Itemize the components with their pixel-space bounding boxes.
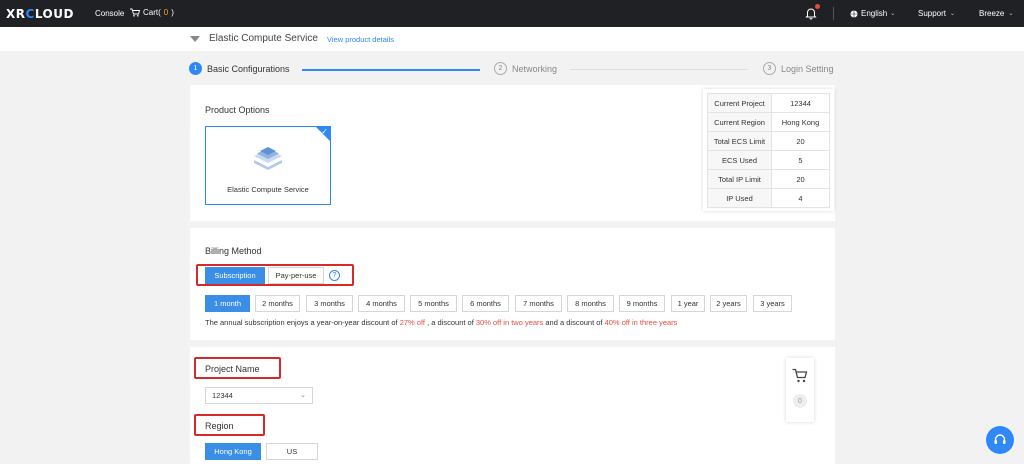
info-value: 5 <box>771 150 830 170</box>
discount-2: 30% off in two years <box>475 318 544 327</box>
layers-icon <box>254 147 282 170</box>
info-value: 20 <box>771 131 830 151</box>
region-us-button[interactable]: US <box>266 443 318 460</box>
note-text: The annual subscription enjoys a year-on… <box>205 318 400 327</box>
info-key: Total IP Limit <box>707 169 772 189</box>
step-networking[interactable]: 2 Networking <box>494 62 557 75</box>
cart-count: 0 <box>163 8 169 17</box>
region-title: Region <box>205 421 234 431</box>
step-label: Basic Configurations <box>207 63 290 74</box>
duration-7-months[interactable]: 7 months <box>515 295 562 312</box>
cart-count-badge: 0 <box>793 394 807 408</box>
project-name-title: Project Name <box>205 364 260 374</box>
info-value: 12344 <box>771 93 830 113</box>
chevron-down-icon: ⌄ <box>890 11 896 17</box>
duration-3-years[interactable]: 3 years <box>753 295 792 312</box>
product-options-title: Product Options <box>205 105 270 115</box>
step-number: 3 <box>763 62 776 75</box>
duration-3-months[interactable]: 3 months <box>306 295 353 312</box>
cart-icon <box>130 8 140 17</box>
duration-2-months[interactable]: 2 months <box>255 295 300 312</box>
duration-9-months[interactable]: 9 months <box>619 295 665 312</box>
duration-4-months[interactable]: 4 months <box>358 295 405 312</box>
note-text: , a discount of <box>425 318 476 327</box>
globe-icon <box>850 10 858 17</box>
product-option-label: Elastic Compute Service <box>227 185 309 194</box>
table-row: Total ECS Limit 20 <box>707 131 830 151</box>
chevron-down-icon: ⌄ <box>1008 11 1014 17</box>
checkmark-icon: ✓ <box>321 127 328 136</box>
navbar-divider <box>833 7 834 20</box>
discount-note: The annual subscription enjoys a year-on… <box>205 318 677 327</box>
brand-logo[interactable]: XRCLOUD <box>6 7 74 21</box>
user-menu[interactable]: Breeze ⌄ <box>979 9 1013 18</box>
info-value: 4 <box>771 188 830 208</box>
step-label: Networking <box>512 63 558 74</box>
step-basic-configurations[interactable]: 1 Basic Configurations <box>189 62 290 75</box>
table-row: Total IP Limit 20 <box>707 169 830 189</box>
support-label: Support <box>918 9 947 18</box>
logo-part-1: XR <box>6 7 26 21</box>
billing-pay-per-use-button[interactable]: Pay-per-use <box>268 267 324 284</box>
step-login-setting[interactable]: 3 Login Setting <box>763 62 834 75</box>
discount-3: 40% off in three years <box>604 318 678 327</box>
language-selector[interactable]: English ⌄ <box>850 9 895 18</box>
billing-method-title: Billing Method <box>205 246 262 256</box>
step-progress-line <box>302 69 480 71</box>
info-value: 20 <box>771 169 830 189</box>
product-option-ecs[interactable]: Elastic Compute Service ✓ <box>205 126 331 205</box>
chevron-down-icon: ⌄ <box>300 392 306 399</box>
billing-subscription-button[interactable]: Subscription <box>205 267 265 284</box>
logo-part-3: LOUD <box>34 7 74 21</box>
step-number: 1 <box>189 62 202 75</box>
user-name: Breeze <box>979 9 1005 18</box>
logo-part-2: C <box>25 7 35 21</box>
table-row: IP Used 4 <box>707 188 830 208</box>
info-key: Current Project <box>707 93 772 113</box>
headset-icon <box>994 434 1006 444</box>
cart-link[interactable]: Cart(0) <box>130 8 174 17</box>
table-row: Current Project 12344 <box>707 93 830 113</box>
product-header: Elastic Compute Service View product det… <box>0 27 1024 51</box>
language-label: English <box>861 9 888 18</box>
note-text: and a discount of <box>543 318 605 327</box>
table-row: Current Region Hong Kong <box>707 112 830 132</box>
info-key: Current Region <box>707 112 772 132</box>
step-label: Login Setting <box>781 63 834 74</box>
quota-table: Current Project 12344 Current Region Hong … <box>707 93 830 208</box>
duration-2-years[interactable]: 2 years <box>710 295 747 312</box>
step-line <box>570 69 748 70</box>
discount-1: 27% off <box>399 318 426 327</box>
duration-1-year[interactable]: 1 year <box>671 295 705 312</box>
cart-icon <box>792 368 808 383</box>
collapse-triangle-icon[interactable] <box>190 36 200 42</box>
cart-label-close: ) <box>171 8 174 17</box>
step-number: 2 <box>494 62 507 75</box>
view-product-details-link[interactable]: View product details <box>327 35 394 44</box>
info-key: IP Used <box>707 188 772 208</box>
top-navbar: XRCLOUD Console Cart(0) English ⌄ Suppor… <box>0 0 1024 27</box>
cart-label: Cart( <box>143 8 161 17</box>
duration-6-months[interactable]: 6 months <box>462 295 509 312</box>
project-select[interactable]: 12344 ⌄ <box>205 387 313 404</box>
quota-info-panel: Current Project 12344 Current Region Hong … <box>703 89 834 211</box>
help-icon[interactable]: ? <box>329 270 340 281</box>
duration-1-month[interactable]: 1 month <box>205 295 250 312</box>
project-select-value: 12344 <box>212 391 233 400</box>
chevron-down-icon: ⌄ <box>950 11 956 17</box>
region-hong-kong-button[interactable]: Hong Kong <box>205 443 261 460</box>
info-value: Hong Kong <box>771 112 830 132</box>
info-key: ECS Used <box>707 150 772 170</box>
page-title: Elastic Compute Service <box>209 33 318 44</box>
console-link[interactable]: Console <box>95 9 124 18</box>
duration-5-months[interactable]: 5 months <box>410 295 457 312</box>
table-row: ECS Used 5 <box>707 150 830 170</box>
customer-service-button[interactable] <box>986 426 1014 454</box>
support-menu[interactable]: Support ⌄ <box>918 9 955 18</box>
notification-dot <box>815 4 820 9</box>
floating-cart[interactable]: 0 <box>786 358 814 422</box>
info-key: Total ECS Limit <box>707 131 772 151</box>
duration-8-months[interactable]: 8 months <box>567 295 614 312</box>
